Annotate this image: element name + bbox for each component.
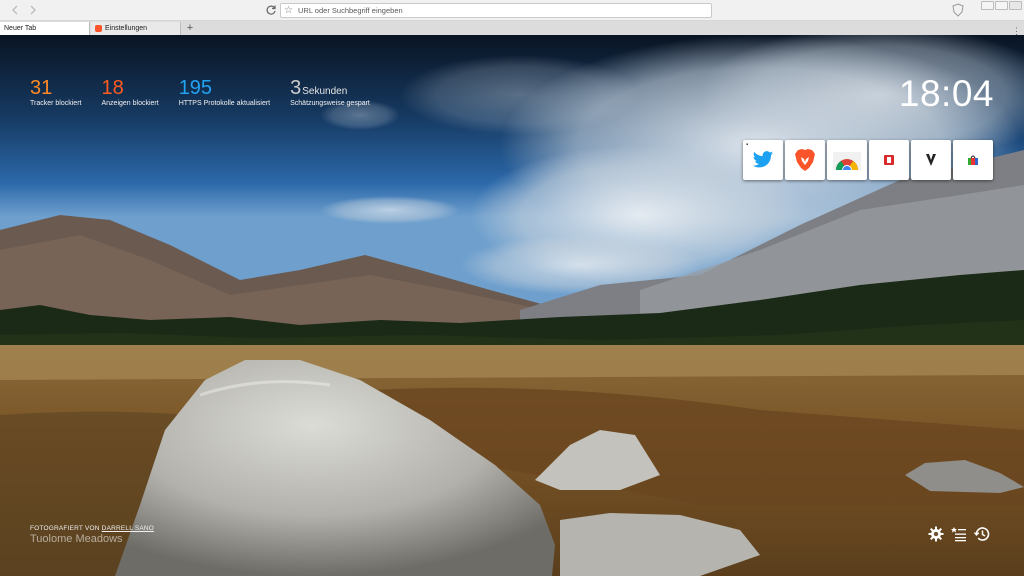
gear-icon [928, 526, 944, 542]
chrome-web-store-icon [833, 152, 861, 170]
stat-label: HTTPS Protokolle aktualisiert [178, 100, 271, 107]
top-site-chrome-web-store[interactable] [827, 140, 867, 180]
brave-lion-icon [95, 25, 102, 32]
maximize-button[interactable] [995, 1, 1008, 10]
brave-lion-icon [795, 149, 815, 171]
pin-icon: ▪ [746, 142, 749, 148]
stat-number: 3 [290, 77, 302, 99]
settings-button[interactable] [928, 526, 944, 542]
credit-prefix: FOTOGRAFIERT VON [30, 525, 100, 532]
colorful-bag-icon [968, 155, 978, 165]
privacy-stats: 31 Tracker blockiert 18 Anzeigen blockie… [30, 77, 390, 107]
bookmarks-list-icon [951, 527, 966, 542]
chevron-left-icon [12, 5, 18, 15]
tab-bar: Neuer Tab Einstellungen + ⋮ [0, 21, 1024, 36]
top-site-4[interactable] [869, 140, 909, 180]
tab-label: Einstellungen [105, 25, 148, 32]
tab-label: Neuer Tab [4, 25, 37, 32]
bookmark-star-icon[interactable]: ☆ [284, 4, 293, 17]
new-tab-button[interactable]: + [184, 22, 196, 34]
stat-label: Anzeigen blockiert [101, 100, 159, 107]
tab-settings[interactable]: Einstellungen [91, 22, 181, 35]
history-clock-icon [973, 527, 990, 541]
reload-icon [266, 5, 276, 15]
reload-button[interactable] [264, 3, 278, 17]
history-button[interactable] [973, 526, 990, 542]
stat-label: Schätzungsweise gespart [290, 100, 370, 107]
stat-time-saved: 3Sekunden Schätzungsweise gespart [290, 77, 370, 107]
red-app-icon [884, 155, 894, 165]
stat-number: 31 [30, 77, 53, 99]
photo-location: Tuolome Meadows [30, 533, 123, 545]
letter-logo-icon [926, 154, 936, 166]
stat-label: Tracker blockiert [30, 100, 82, 107]
credit-line: FOTOGRAFIERT VON DARRELL SANO [30, 525, 154, 532]
brave-shield-icon [952, 3, 964, 17]
clock: 18:04 [898, 73, 994, 114]
stat-https-upgrades: 195 HTTPS Protokolle aktualisiert [179, 77, 270, 107]
stat-ads-blocked: 18 Anzeigen blockiert [101, 77, 158, 107]
background-photo [0, 35, 1024, 576]
forward-button[interactable] [26, 3, 40, 17]
stat-number: 18 [101, 77, 124, 99]
back-button[interactable] [8, 3, 22, 17]
brave-shields-button[interactable] [952, 3, 964, 17]
url-input[interactable] [298, 4, 698, 17]
top-site-brave[interactable] [785, 140, 825, 180]
browser-toolbar: ☆ [0, 0, 1024, 21]
new-tab-page: 31 Tracker blockiert 18 Anzeigen blockie… [0, 35, 1024, 576]
stat-unit: Sekunden [302, 86, 348, 97]
twitter-bird-icon [752, 151, 774, 168]
stat-number: 195 [178, 77, 213, 99]
stat-trackers-blocked: 31 Tracker blockiert [30, 77, 81, 107]
ntp-actions [928, 526, 990, 542]
bookmarks-button[interactable] [951, 526, 967, 542]
url-bar: ☆ [280, 3, 712, 18]
photographer-link[interactable]: DARRELL SANO [102, 525, 154, 532]
chevron-right-icon [30, 5, 36, 15]
top-site-twitter[interactable]: ▪ [743, 140, 783, 180]
top-site-5[interactable] [911, 140, 951, 180]
window-controls [981, 1, 1022, 13]
photo-credit: FOTOGRAFIERT VON DARRELL SANO Tuolome Me… [30, 525, 154, 545]
top-site-6[interactable] [953, 140, 993, 180]
top-sites: ▪ [743, 140, 993, 180]
close-window-button[interactable] [1009, 1, 1022, 10]
tab-new-tab[interactable]: Neuer Tab [0, 22, 90, 35]
minimize-button[interactable] [981, 1, 994, 10]
